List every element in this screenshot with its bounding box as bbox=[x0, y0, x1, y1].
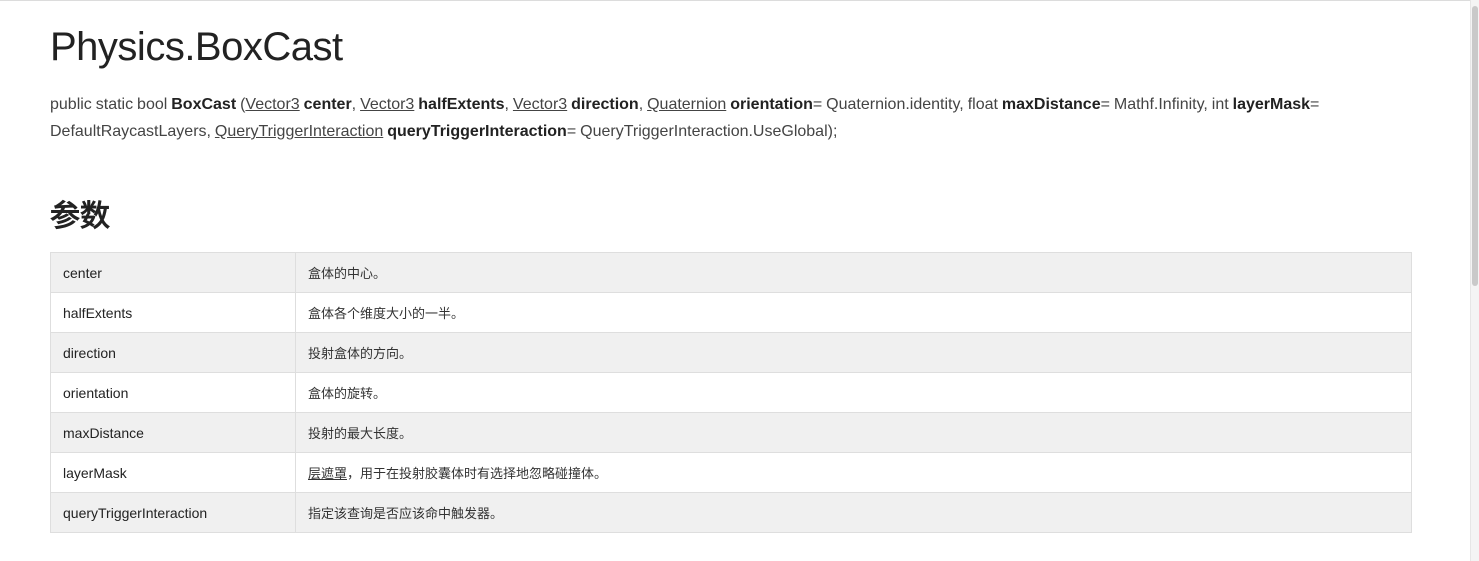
param-name-cell: halfExtents bbox=[50, 292, 296, 333]
vector3-link-center[interactable]: Vector3 bbox=[245, 96, 299, 113]
default-maxdistance: = Mathf.Infinity, int bbox=[1100, 96, 1233, 113]
param-name-cell: direction bbox=[50, 332, 296, 373]
method-signature: public static bool BoxCast (Vector3 cent… bbox=[50, 91, 1412, 145]
quaternion-link[interactable]: Quaternion bbox=[647, 96, 726, 113]
param-name-cell: orientation bbox=[50, 372, 296, 413]
vertical-scrollbar[interactable] bbox=[1470, 0, 1479, 561]
params-table: center 盒体的中心。 halfExtents 盒体各个维度大小的一半。 d… bbox=[50, 252, 1412, 533]
param-desc-cell: 盒体的旋转。 bbox=[295, 372, 1412, 413]
param-name-cell: maxDistance bbox=[50, 412, 296, 453]
param-desc-cell: 盒体的中心。 bbox=[295, 252, 1412, 293]
param-maxdistance: maxDistance bbox=[1001, 96, 1101, 113]
table-row: maxDistance 投射的最大长度。 bbox=[50, 412, 1412, 453]
param-layermask: layerMask bbox=[1232, 96, 1311, 113]
separator: , bbox=[638, 96, 648, 113]
param-desc-cell: 投射盒体的方向。 bbox=[295, 332, 1412, 373]
signature-prefix: public static bool bbox=[50, 96, 172, 113]
param-halfextents: halfExtents bbox=[418, 96, 505, 113]
vector3-link-direction[interactable]: Vector3 bbox=[513, 96, 567, 113]
param-name-cell: queryTriggerInteraction bbox=[50, 492, 296, 533]
table-row: queryTriggerInteraction 指定该查询是否应该命中触发器。 bbox=[50, 492, 1412, 533]
param-desc-cell: 盒体各个维度大小的一半。 bbox=[295, 292, 1412, 333]
param-name-cell: layerMask bbox=[50, 452, 296, 493]
param-querytriggerinteraction: queryTriggerInteraction bbox=[387, 123, 567, 140]
param-desc-cell: 指定该查询是否应该命中触发器。 bbox=[295, 492, 1412, 533]
param-desc-cell: 投射的最大长度。 bbox=[295, 412, 1412, 453]
page-title: Physics.BoxCast bbox=[50, 25, 343, 69]
method-name: BoxCast bbox=[171, 96, 237, 113]
param-name-cell: center bbox=[50, 252, 296, 293]
table-row: layerMask 层遮罩，用于在投射胶囊体时有选择地忽略碰撞体。 bbox=[50, 452, 1412, 493]
default-orientation: = Quaternion.identity, float bbox=[812, 96, 1002, 113]
layer-mask-link[interactable]: 层遮罩 bbox=[308, 467, 347, 482]
param-desc-cell: 层遮罩，用于在投射胶囊体时有选择地忽略碰撞体。 bbox=[295, 452, 1412, 493]
scrollbar-thumb[interactable] bbox=[1472, 6, 1478, 286]
main-content: Physics.BoxCast public static bool BoxCa… bbox=[50, 22, 1412, 533]
separator: , bbox=[504, 96, 513, 113]
top-border bbox=[0, 0, 1479, 1]
vector3-link-halfextents[interactable]: Vector3 bbox=[360, 96, 414, 113]
table-row: center 盒体的中心。 bbox=[50, 252, 1412, 293]
param-center: center bbox=[303, 96, 352, 113]
params-heading: 参数 bbox=[50, 199, 110, 234]
separator: , bbox=[351, 96, 361, 113]
default-querytriggerinteraction: = QueryTriggerInteraction.UseGlobal); bbox=[566, 123, 838, 140]
table-row: halfExtents 盒体各个维度大小的一半。 bbox=[50, 292, 1412, 333]
table-row: direction 投射盒体的方向。 bbox=[50, 332, 1412, 373]
table-row: orientation 盒体的旋转。 bbox=[50, 372, 1412, 413]
param-desc-text: ，用于在投射胶囊体时有选择地忽略碰撞体。 bbox=[347, 467, 608, 482]
param-direction: direction bbox=[571, 96, 639, 113]
param-orientation: orientation bbox=[730, 96, 813, 113]
querytriggerinteraction-link[interactable]: QueryTriggerInteraction bbox=[215, 123, 383, 140]
